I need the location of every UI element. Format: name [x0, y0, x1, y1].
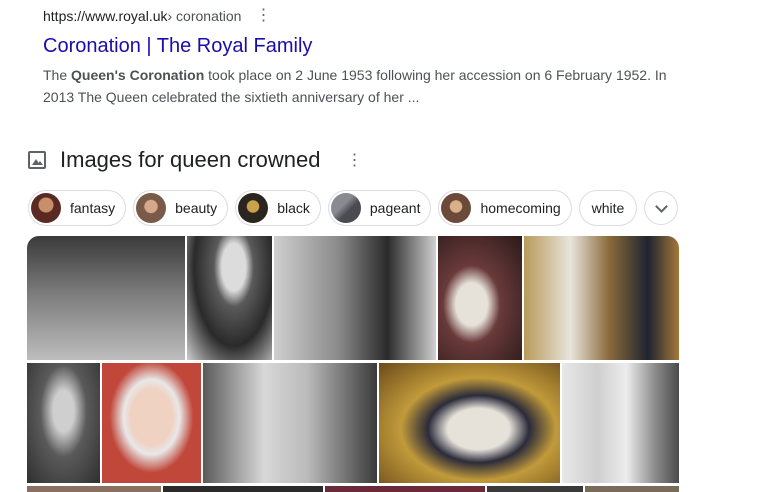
- result-breadcrumb: › coronation: [167, 8, 242, 24]
- result-url[interactable]: https://www.royal.uk: [43, 8, 168, 24]
- image-tile-queen-smiling-tiara[interactable]: [102, 363, 201, 483]
- chip-thumbnail: [441, 193, 472, 223]
- chip-thumbnail: [136, 193, 167, 223]
- chip-fantasy[interactable]: fantasy: [28, 190, 127, 226]
- chip-pageant[interactable]: pageant: [327, 190, 432, 226]
- chip-label: pageant: [369, 200, 421, 216]
- image-tile-queen-state-opening[interactable]: [379, 363, 560, 483]
- chip-thumbnail: [31, 193, 61, 223]
- image-tile-queen-and-philip[interactable]: [274, 236, 436, 360]
- refinement-chips: fantasy beauty black pageant homecoming …: [28, 190, 679, 226]
- image-tile-row3-2[interactable]: [163, 486, 323, 492]
- image-tile-queen-robes-standing[interactable]: [562, 363, 679, 483]
- chip-label: fantasy: [70, 200, 116, 216]
- chevron-down-icon: [654, 199, 668, 213]
- image-tile-row3-3[interactable]: [325, 486, 485, 492]
- chip-beauty[interactable]: beauty: [133, 190, 229, 226]
- more-options-icon[interactable]: ⋮: [255, 8, 271, 24]
- chip-label: black: [277, 200, 310, 216]
- image-tile-coronation-portrait-color[interactable]: [438, 236, 522, 360]
- image-tile-row3-5[interactable]: [585, 486, 679, 492]
- image-tile-row3-4[interactable]: [487, 486, 583, 492]
- chip-thumbnail: [330, 193, 361, 223]
- images-section-header: Images for queen crowned ⋮: [28, 146, 363, 174]
- images-section-heading[interactable]: Images for queen crowned: [60, 147, 321, 173]
- chip-label: homecoming: [480, 200, 561, 216]
- chip-thumbnail: [238, 193, 269, 223]
- result-url-row: https://www.royal.uk › coronation ⋮: [43, 6, 683, 26]
- image-icon: [28, 151, 46, 169]
- snippet-bold-term: Queen's Coronation: [71, 67, 205, 83]
- image-tile-queen-waving-bw[interactable]: [187, 236, 272, 360]
- search-result: https://www.royal.uk › coronation ⋮ Coro…: [43, 6, 683, 108]
- snippet-text-start: The: [43, 67, 72, 83]
- image-tile-queen-with-sceptre-bw[interactable]: [203, 363, 377, 483]
- images-more-options-icon[interactable]: ⋮: [347, 150, 363, 170]
- chips-more-button[interactable]: [644, 191, 679, 225]
- chip-label: beauty: [175, 200, 218, 216]
- image-tile-young-queen-crown[interactable]: [27, 363, 100, 483]
- chip-homecoming[interactable]: homecoming: [438, 190, 572, 226]
- result-snippet: The Queen's Coronation took place on 2 J…: [43, 64, 683, 108]
- image-tile-queen-and-charles-throne[interactable]: [524, 236, 679, 360]
- chip-white[interactable]: white: [578, 190, 638, 226]
- image-tile-row3-1[interactable]: [27, 486, 161, 492]
- image-grid: [27, 236, 679, 492]
- image-tile-balcony-family[interactable]: [27, 236, 185, 360]
- chip-black[interactable]: black: [235, 190, 321, 226]
- result-title-link[interactable]: Coronation | The Royal Family: [43, 34, 683, 58]
- chip-label: white: [591, 200, 625, 216]
